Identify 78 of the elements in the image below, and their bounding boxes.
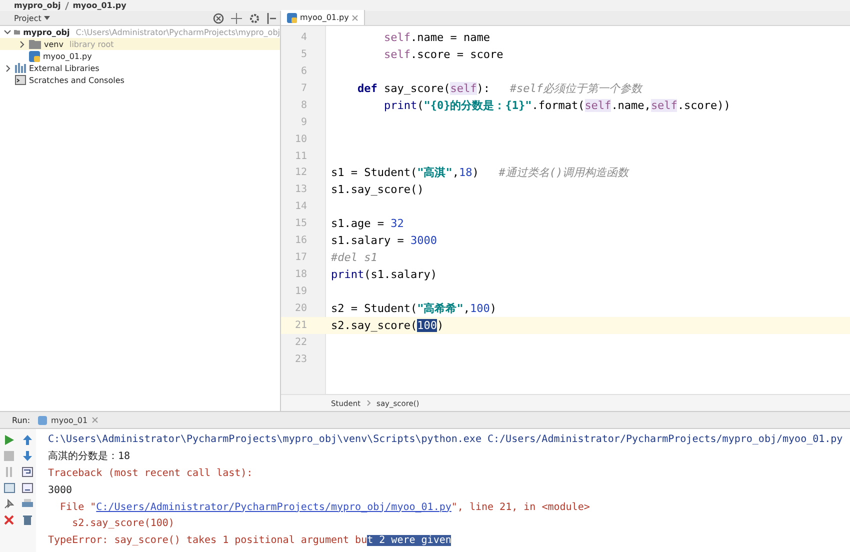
- console-line: C:\Users\Administrator\PycharmProjects\mypro_obj\venv\Scripts\python.exe C:/Users/Administrator/PycharmProjects/mypro_obj/myoo_01.py: [48, 433, 844, 447]
- line-number: 22: [294, 336, 307, 348]
- tree-item[interactable]: venv library root: [0, 38, 280, 50]
- run-tab[interactable]: myoo_01: [38, 416, 98, 424]
- line-number: 5: [300, 48, 307, 60]
- layout-icon[interactable]: [4, 483, 14, 493]
- library-icon: [15, 63, 26, 73]
- code-line: print(s1.salary): [331, 268, 437, 282]
- line-number: 14: [294, 201, 307, 212]
- code-line: s1.salary = 3000: [331, 234, 437, 248]
- line-number: 15: [294, 218, 307, 230]
- code-line: self.name = name: [382, 30, 490, 44]
- run-icon[interactable]: [4, 435, 14, 445]
- editor-tab[interactable]: myoo_01.py: [281, 10, 365, 25]
- breadcrumb-item[interactable]: myoo_01.py: [72, 0, 126, 11]
- line-number: 7: [300, 82, 307, 94]
- folder-icon: [29, 39, 41, 49]
- close-icon[interactable]: [352, 14, 358, 20]
- line-number: 9: [300, 116, 307, 128]
- code-line: s2 = Student("高希希",100): [331, 300, 496, 316]
- down-arrow-icon[interactable]: [22, 451, 32, 461]
- python-icon: [38, 416, 48, 424]
- code-line: print("{0}的分数是：{1}".format(self.name,self.score)): [382, 98, 730, 113]
- code-line: self.score = score: [382, 48, 504, 61]
- code-line: s1 = Student("高淇",18) #通过类名()调用构造函数: [331, 165, 629, 180]
- close-icon[interactable]: [4, 515, 14, 525]
- line-number: 19: [294, 286, 307, 298]
- line-number: 16: [294, 235, 307, 246]
- code-line: def say_score(self): #self必须位于第一个参数: [356, 80, 642, 96]
- line-number: 18: [294, 269, 307, 280]
- python-file-icon: [29, 50, 40, 62]
- code-line: s2.say_score(100): [331, 318, 444, 332]
- dropdown-caret-icon: [44, 16, 50, 20]
- line-number: 23: [294, 354, 307, 365]
- line-number: 20: [294, 302, 307, 314]
- scroll-end-icon[interactable]: [22, 483, 32, 493]
- trash-icon[interactable]: [22, 515, 32, 525]
- pin-icon[interactable]: [4, 499, 14, 509]
- separator-icon: [64, 2, 69, 10]
- console-line: File "C:/Users/Administrator/PycharmProjects/mypro_obj/myoo_01.py", line 21, in <module>: [59, 500, 591, 515]
- console-line: Traceback (most recent call last):: [48, 466, 254, 481]
- line-number: 8: [300, 100, 307, 111]
- line-number: 6: [300, 66, 307, 77]
- tree-item[interactable]: myoo_01.py: [0, 50, 280, 62]
- console-line: 3000: [48, 484, 74, 498]
- code-editor[interactable]: [281, 26, 850, 394]
- tree-item[interactable]: Scratches and Consoles: [0, 74, 280, 86]
- print-icon[interactable]: [22, 499, 32, 509]
- code-line: #del s1: [331, 251, 378, 264]
- wrap-icon[interactable]: [22, 467, 32, 477]
- line-number: 10: [294, 134, 307, 145]
- run-label: Run:: [12, 416, 30, 424]
- folder-icon: [14, 27, 20, 37]
- expanded-chevron-icon[interactable]: [4, 30, 11, 34]
- line-number: 17: [294, 252, 307, 264]
- line-number: 4: [300, 32, 307, 43]
- collapsed-chevron-icon[interactable]: [20, 40, 24, 48]
- tree-item[interactable]: External Libraries: [0, 62, 280, 74]
- console-icon: [15, 75, 26, 85]
- line-number: 12: [294, 167, 307, 178]
- close-icon[interactable]: [92, 417, 98, 423]
- target-icon[interactable]: [213, 12, 224, 24]
- collapsed-chevron-icon[interactable]: [6, 64, 10, 72]
- code-line: s1.age = 32: [331, 217, 404, 230]
- console-line: 高淇的分数是：18: [48, 450, 132, 464]
- up-arrow-icon[interactable]: [22, 435, 32, 445]
- line-number: 13: [294, 184, 307, 196]
- code-line: s1.say_score(): [331, 183, 424, 196]
- breadcrumb-item[interactable]: mypro_obj: [14, 0, 61, 11]
- console-line: s2.say_score(100): [71, 517, 176, 532]
- line-number: 21: [294, 320, 307, 331]
- line-number: 11: [294, 150, 307, 162]
- console-line: TypeError: say_score() takes 1 positional argument but 2 were given: [48, 534, 452, 548]
- chevron-icon: [366, 400, 371, 406]
- hide-icon[interactable]: [267, 12, 276, 24]
- tree-item[interactable]: mypro_obj C:\Users\Administrator\PycharmProjects\mypro_obj: [0, 26, 280, 38]
- project-view-dropdown[interactable]: Project: [14, 14, 50, 22]
- python-file-icon: [287, 12, 297, 22]
